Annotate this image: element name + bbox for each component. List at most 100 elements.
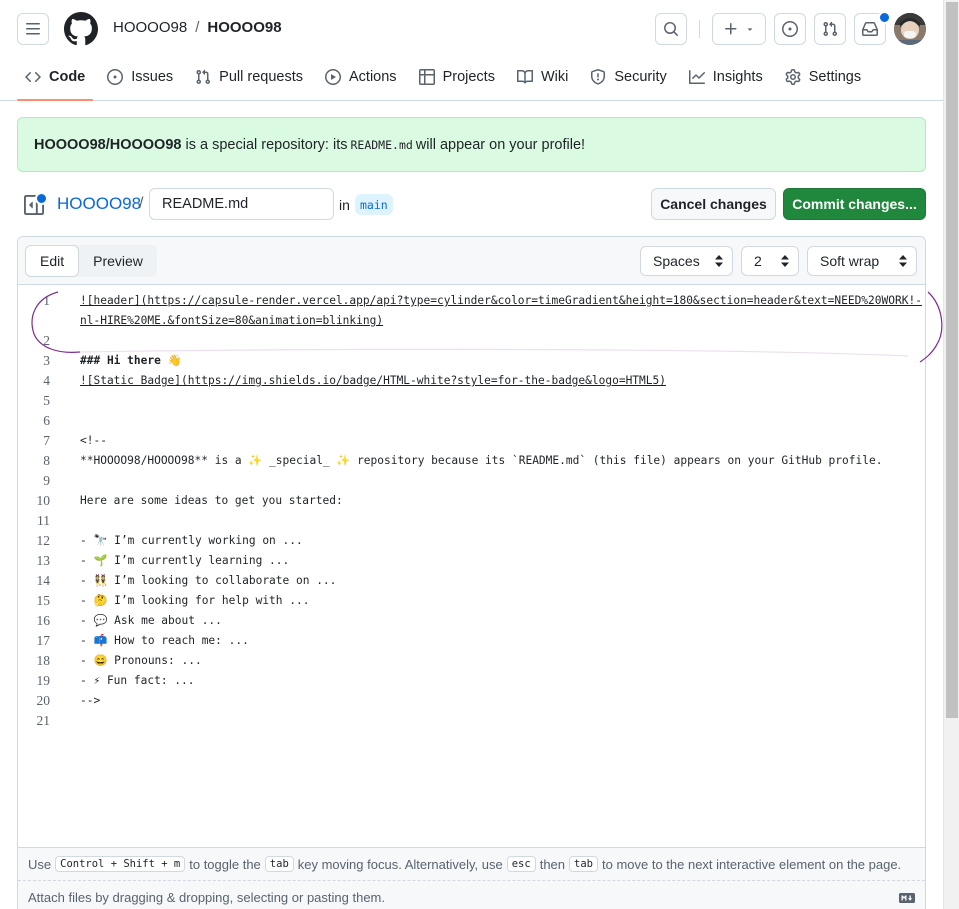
code-line[interactable]: 6 — [18, 411, 925, 431]
code-line[interactable]: 1 ![header](https://capsule-render.vercel… — [18, 291, 925, 311]
hint-esc-key: esc — [506, 856, 536, 872]
code-line[interactable]: 14 - 👯 I’m looking to collaborate on ... — [18, 571, 925, 591]
line-number: 7 — [43, 433, 50, 448]
code-line[interactable]: 4 ![Static Badge](https://img.shields.io/… — [18, 371, 925, 391]
cancel-changes-button[interactable]: Cancel changes — [651, 188, 776, 220]
wrap-mode-select[interactable]: Soft wrap — [807, 246, 917, 276]
code-line[interactable]: 16 - 💬 Ask me about ... — [18, 611, 925, 631]
code-line[interactable]: 21 — [18, 711, 925, 731]
hint-text-1: to toggle the — [189, 856, 261, 872]
line-number: 5 — [43, 393, 50, 408]
code-line[interactable]: 17 - 📫 How to reach me: ... — [18, 631, 925, 651]
line-number: 2 — [43, 333, 50, 348]
tab-insights-label: Insights — [712, 69, 763, 85]
breadcrumb-owner[interactable]: HOOOO98 — [113, 19, 187, 36]
line-number: 9 — [43, 473, 50, 488]
code-line[interactable]: 13 - 🌱 I’m currently learning ... — [18, 551, 925, 571]
triangle-down-icon — [747, 28, 753, 31]
indent-size-select[interactable]: 2 — [741, 246, 799, 276]
code-line[interactable]: 5 — [18, 391, 925, 411]
code-line[interactable]: 12 - 🔭 I’m currently working on ... — [18, 531, 925, 551]
indent-mode-value: Spaces — [653, 253, 700, 269]
line-number: 4 — [43, 373, 50, 388]
file-tree-indicator — [35, 192, 48, 205]
your-issues-button[interactable] — [774, 13, 806, 45]
tab-actions[interactable]: Actions — [317, 60, 405, 94]
code-line[interactable]: nl-HIRE%20ME.&fontSize=80&animation=blin… — [18, 311, 925, 331]
page-scrollbar[interactable] — [943, 0, 959, 909]
file-editor: Edit Preview Spaces 2 Soft wrap 1 ![heade… — [17, 236, 926, 909]
markdown-icon — [899, 893, 915, 903]
plus-icon — [725, 23, 737, 35]
filename-input[interactable] — [149, 188, 334, 220]
tab-settings[interactable]: Settings — [777, 60, 869, 94]
code-line[interactable]: 19 - ⚡ Fun fact: ... — [18, 671, 925, 691]
line-content: - 😄 Pronouns: ... — [80, 654, 202, 667]
repo-nav: Code Issues Pull requests Actions Projec… — [17, 60, 875, 101]
code-editor[interactable]: 1 ![header](https://capsule-render.vercel… — [18, 285, 925, 847]
menu-button[interactable] — [17, 13, 49, 45]
code-line[interactable]: 9 — [18, 471, 925, 491]
line-number: 10 — [36, 493, 51, 508]
line-number: 21 — [36, 713, 51, 728]
hint-tab-key: tab — [264, 856, 294, 872]
repo-header: HOOOO98 / HOOOO98 Code Issues Pull reque… — [0, 0, 943, 101]
tab-issues[interactable]: Issues — [99, 60, 181, 94]
tab-preview[interactable]: Preview — [79, 245, 157, 277]
keyboard-hint: Use Control + Shift + m to toggle the ta… — [18, 847, 925, 880]
attach-files-area[interactable]: Attach files by dragging & dropping, sel… — [18, 880, 925, 909]
line-number: 16 — [36, 613, 51, 628]
shield-icon — [591, 69, 606, 85]
tab-pull-requests[interactable]: Pull requests — [187, 60, 311, 94]
line-number: 6 — [43, 413, 50, 428]
tab-insights[interactable]: Insights — [681, 60, 771, 94]
tab-code[interactable]: Code — [17, 60, 94, 101]
search-icon — [664, 22, 679, 37]
line-content: - 👯 I’m looking to collaborate on ... — [80, 574, 337, 587]
line-number: 18 — [36, 653, 51, 668]
line-content: - 🌱 I’m currently learning ... — [80, 554, 290, 567]
code-line[interactable]: 10 Here are some ideas to get you started… — [18, 491, 925, 511]
code-line[interactable]: 18 - 😄 Pronouns: ... — [18, 651, 925, 671]
tab-projects[interactable]: Projects — [411, 60, 503, 94]
indent-mode-select[interactable]: Spaces — [640, 246, 733, 276]
line-content: **HOOOO98/HOOOO98** is a ✨ _special_ ✨ r… — [80, 454, 883, 467]
code-icon — [25, 71, 41, 83]
tab-edit[interactable]: Edit — [25, 245, 80, 277]
search-button[interactable] — [655, 13, 687, 45]
github-logo-icon[interactable] — [63, 12, 98, 46]
avatar[interactable] — [894, 13, 926, 45]
commit-changes-button[interactable]: Commit changes... — [783, 188, 926, 220]
issue-opened-icon — [782, 21, 798, 37]
play-icon — [325, 69, 341, 85]
code-line[interactable]: 8 **HOOOO98/HOOOO98** is a ✨ _special_ ✨ … — [18, 451, 925, 471]
line-number: 20 — [36, 693, 51, 708]
file-path-separator: / — [139, 195, 144, 212]
scrollbar-thumb[interactable] — [946, 2, 958, 718]
breadcrumb-repo[interactable]: HOOOO98 — [207, 19, 281, 36]
issue-opened-icon — [107, 69, 124, 85]
tab-security[interactable]: Security — [582, 60, 674, 94]
tab-code-label: Code — [49, 69, 86, 85]
file-path-repo-link[interactable]: HOOOO98 — [57, 194, 141, 214]
code-line[interactable]: 20 --> — [18, 691, 925, 711]
code-line[interactable]: 15 - 🤔 I’m looking for help with ... — [18, 591, 925, 611]
line-content: - 🤔 I’m looking for help with ... — [80, 594, 310, 607]
hint-text-3: to move to the next interactive element … — [601, 856, 902, 872]
hint-use: Use — [28, 856, 52, 872]
code-line[interactable]: 11 — [18, 511, 925, 531]
hint-tab-key-2: tab — [569, 856, 598, 872]
hamburger-icon — [26, 23, 40, 35]
inbox-icon — [862, 22, 878, 36]
select-caret-icon — [715, 255, 723, 267]
line-content: - 📫 How to reach me: ... — [80, 634, 249, 647]
attach-text: Attach files by dragging & dropping, sel… — [28, 890, 385, 905]
code-line[interactable]: 7 <!-- — [18, 431, 925, 451]
tab-wiki[interactable]: Wiki — [509, 60, 576, 94]
code-line[interactable]: 3 ### Hi there 👋 — [18, 351, 925, 371]
create-new-button[interactable] — [712, 13, 766, 45]
your-pull-requests-button[interactable] — [814, 13, 846, 45]
line-content: ![header](https://capsule-render.vercel.… — [80, 294, 922, 307]
git-pull-request-icon — [196, 69, 211, 85]
code-line[interactable]: 2 — [18, 331, 925, 351]
